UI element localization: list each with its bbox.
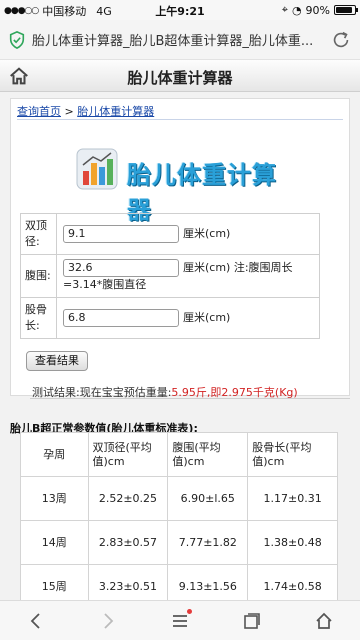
notification-dot: [187, 609, 192, 614]
view-result-button[interactable]: 查看结果: [26, 351, 88, 371]
cell-fl: 1.38±0.48: [247, 520, 338, 565]
secure-shield-icon: [9, 30, 25, 49]
breadcrumb-current-link[interactable]: 胎儿体重计算器: [77, 105, 154, 118]
cell-bpd: 2.83±0.57: [87, 520, 169, 565]
ac-input[interactable]: 32.6: [63, 259, 179, 277]
status-bar: ●●●○○ 中国移动 4G 上午9:21 ⌖ ◔ 90%: [0, 0, 360, 20]
tabs-icon: [244, 612, 260, 629]
fl-label: 股骨长:: [20, 297, 57, 339]
nav-back-button[interactable]: [0, 601, 72, 640]
browser-bottom-nav: [0, 600, 360, 640]
standard-table-header: 孕周 双顶径(平均值)cm 腹围(平均值)cm 股骨长(平均值)cm: [20, 432, 338, 477]
table-row: 13周 2.52±0.25 6.90±l.65 1.17±0.31: [20, 476, 338, 521]
fl-input[interactable]: 6.8: [63, 309, 179, 327]
bar-chart-icon: [76, 148, 118, 190]
alarm-icon: ◔: [291, 3, 302, 17]
battery-fill: [336, 7, 352, 13]
refresh-icon[interactable]: [330, 29, 352, 51]
bpd-label: 双顶径:: [20, 213, 57, 255]
page-content[interactable]: 查询首页 > 胎儿体重计算器 胎儿体重计算器 双顶径: 9.1 厘米(cm) 腹围…: [0, 92, 360, 600]
ac-field-cell: 32.6 厘米(cm) 注:腹围周长=3.14*腹围直径: [56, 254, 320, 298]
form-row-fl: 股骨长: 6.8 厘米(cm): [20, 297, 320, 339]
site-title: 胎儿体重计算器: [127, 69, 233, 87]
forward-icon: [104, 612, 114, 629]
breadcrumb-home-link[interactable]: 查询首页: [17, 105, 61, 118]
nav-menu-button[interactable]: [144, 601, 216, 640]
fl-field-cell: 6.8 厘米(cm): [56, 297, 320, 339]
page-url-title[interactable]: 胎儿体重计算器_胎儿B超体重计算器_胎儿体重...: [32, 30, 324, 49]
back-icon: [30, 612, 40, 629]
breadcrumb: 查询首页 > 胎儿体重计算器: [17, 103, 154, 119]
form-row-bpd: 双顶径: 9.1 厘米(cm): [20, 213, 320, 255]
cell-fl: 1.17±0.31: [247, 476, 338, 521]
nav-forward-button[interactable]: [72, 601, 144, 640]
ac-label: 腹围:: [20, 254, 57, 298]
header-fl: 股骨长(平均值)cm: [247, 432, 338, 477]
cell-fl: 1.74±0.58: [247, 564, 338, 600]
cell-ac: 6.90±l.65: [167, 476, 249, 521]
header-week: 孕周: [20, 432, 89, 477]
cell-week: 15周: [20, 564, 89, 600]
nav-tabs-button[interactable]: [216, 601, 288, 640]
cell-ac: 7.77±1.82: [167, 520, 249, 565]
cell-week: 14周: [20, 520, 89, 565]
cell-ac: 9.13±1.56: [167, 564, 249, 600]
table-row: 14周 2.83±0.57 7.77±1.82 1.38±0.48: [20, 520, 338, 565]
bpd-unit: 厘米(cm): [183, 227, 231, 240]
bpd-input[interactable]: 9.1: [63, 225, 179, 243]
cell-week: 13周: [20, 476, 89, 521]
header-ac: 腹围(平均值)cm: [167, 432, 249, 477]
form-row-ac: 腹围: 32.6 厘米(cm) 注:腹围周长=3.14*腹围直径: [20, 254, 320, 298]
battery-percent: 90%: [305, 3, 330, 17]
breadcrumb-divider: [17, 119, 343, 120]
fl-unit: 厘米(cm): [183, 311, 231, 324]
cell-bpd: 2.52±0.25: [87, 476, 169, 521]
location-icon: ⌖: [281, 3, 288, 16]
calculator-logo: 胎儿体重计算器: [75, 147, 291, 224]
home-icon: [316, 612, 332, 629]
browser-address-bar[interactable]: 胎儿体重计算器_胎儿B超体重计算器_胎儿体重...: [0, 20, 360, 60]
status-right: ⌖ ◔ 90%: [281, 3, 358, 17]
breadcrumb-separator: >: [61, 105, 78, 118]
header-bpd: 双顶径(平均值)cm: [87, 432, 169, 477]
calculator-form: 双顶径: 9.1 厘米(cm) 腹围: 32.6 厘米(cm) 注:腹围周长=3.1…: [20, 213, 320, 339]
site-header: 胎儿体重计算器: [0, 60, 360, 92]
standard-table: 孕周 双顶径(平均值)cm 腹围(平均值)cm 股骨长(平均值)cm 13周 2…: [20, 432, 338, 600]
cell-bpd: 3.23±0.51: [87, 564, 169, 600]
result-divider: [30, 398, 350, 399]
bpd-field-cell: 9.1 厘米(cm): [56, 213, 320, 255]
table-row: 15周 3.23±0.51 9.13±1.56 1.74±0.58: [20, 564, 338, 600]
battery-icon: [334, 5, 358, 15]
nav-home-button[interactable]: [288, 601, 360, 640]
